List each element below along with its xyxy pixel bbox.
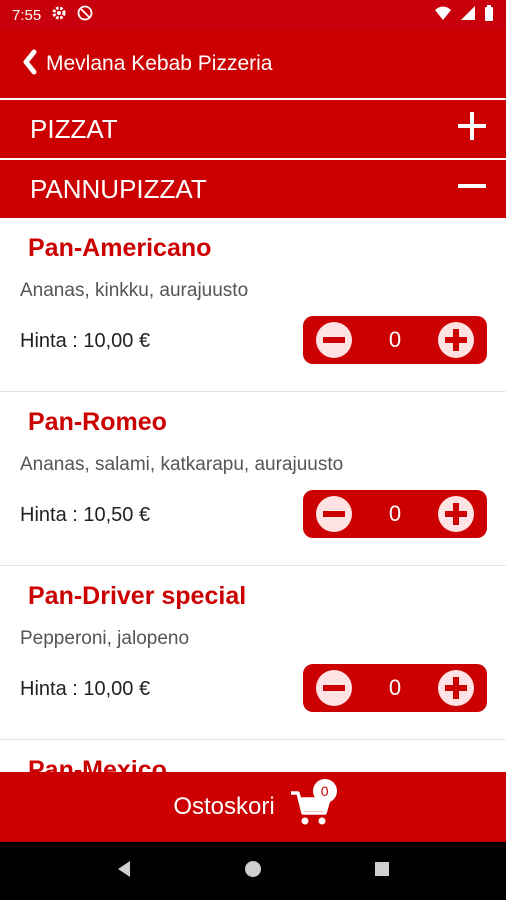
product-name: Pan-Driver special (28, 582, 247, 610)
section-pizzat[interactable]: PIZZAT (0, 100, 506, 158)
decrease-button[interactable] (312, 492, 356, 536)
minus-circle-icon (316, 496, 352, 532)
list-item: Pan-Romeo Ananas, salami, katkarapu, aur… (0, 392, 506, 566)
collapse-minus-icon[interactable] (458, 172, 486, 207)
no-disturb-icon (77, 5, 93, 25)
quantity-stepper: 0 (303, 490, 487, 538)
plus-circle-icon (438, 670, 474, 706)
product-description: Ananas, salami, katkarapu, aurajuusto (20, 454, 344, 475)
quantity-value: 0 (388, 501, 402, 526)
status-bar: 7:55 (0, 0, 506, 30)
status-time: 7:55 (12, 6, 42, 24)
back-triangle-icon[interactable] (114, 859, 134, 884)
system-nav-bar (0, 842, 506, 900)
cart-button[interactable]: Ostoskori 0 (0, 772, 506, 842)
product-price: Hinta : 10,00 € (20, 678, 151, 700)
product-name: Pan-Romeo (28, 408, 167, 436)
list-item: Pan-Driver special Pepperoni, jalopeno H… (0, 566, 506, 740)
minus-circle-icon (316, 322, 352, 358)
signal-icon (460, 5, 476, 25)
product-description: Pepperoni, jalopeno (20, 628, 190, 649)
increase-button[interactable] (434, 318, 478, 362)
list-item: Pan-Americano Ananas, kinkku, aurajuusto… (0, 218, 506, 392)
plus-circle-icon (438, 322, 474, 358)
product-price: Hinta : 10,50 € (20, 504, 151, 526)
decrease-button[interactable] (312, 318, 356, 362)
section-pannupizzat[interactable]: PANNUPIZZAT (0, 160, 506, 218)
minus-circle-icon (316, 670, 352, 706)
decrease-button[interactable] (312, 666, 356, 710)
quantity-value: 0 (388, 675, 402, 700)
section-label: PIZZAT (30, 113, 118, 144)
expand-plus-icon[interactable] (458, 111, 486, 147)
recents-square-icon[interactable] (372, 859, 392, 884)
product-description: Ananas, kinkku, aurajuusto (20, 280, 249, 301)
list-item: Pan-Mexico (0, 740, 506, 772)
quantity-value: 0 (388, 327, 402, 352)
plus-circle-icon (438, 496, 474, 532)
wifi-icon (434, 5, 452, 25)
home-circle-icon[interactable] (243, 859, 263, 884)
back-chevron-icon[interactable] (22, 49, 38, 80)
cart-label: Ostoskori (173, 793, 275, 820)
increase-button[interactable] (434, 492, 478, 536)
settings-icon (51, 5, 67, 25)
product-list[interactable]: Pan-Americano Ananas, kinkku, aurajuusto… (0, 218, 506, 772)
increase-button[interactable] (434, 666, 478, 710)
cart-icon: 0 (289, 779, 337, 829)
quantity-stepper: 0 (303, 664, 487, 712)
app-title: Mevlana Kebab Pizzeria (46, 52, 273, 75)
product-name: Pan-Americano (28, 234, 212, 262)
battery-icon (484, 5, 494, 25)
app-bar: Mevlana Kebab Pizzeria (0, 30, 506, 100)
product-name: Pan-Mexico (28, 756, 167, 772)
product-price: Hinta : 10,00 € (20, 330, 151, 352)
quantity-stepper: 0 (303, 316, 487, 364)
section-label: PANNUPIZZAT (30, 173, 207, 204)
cart-count-badge: 0 (312, 779, 337, 803)
